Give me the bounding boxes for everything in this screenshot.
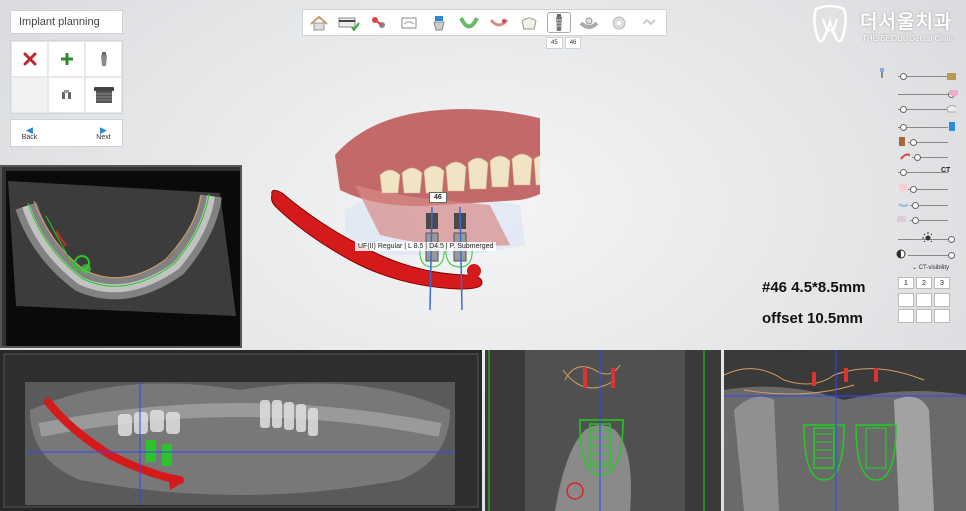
guide-icon — [579, 17, 599, 29]
back-button[interactable]: ◀ Back — [11, 120, 48, 146]
implant-step-icon — [556, 13, 562, 31]
add-implant-button[interactable] — [48, 41, 85, 77]
step-scan-button[interactable] — [427, 12, 451, 33]
tooth-tabs: 45 46 — [546, 37, 582, 49]
next-button[interactable]: ▶ Next — [85, 120, 122, 146]
step-guide-button[interactable] — [577, 12, 601, 33]
sleeve-icon — [93, 87, 114, 103]
abutment-layer-icon — [947, 73, 956, 80]
view-left-button[interactable] — [916, 293, 932, 307]
workflow-toolbar — [302, 9, 667, 36]
step-panorama-button[interactable] — [397, 12, 421, 33]
scan-layer-icon — [898, 203, 908, 207]
sleeve-layer-icon — [949, 122, 955, 131]
upper-teeth-icon — [949, 90, 958, 97]
tooth-layer-icon — [899, 184, 907, 192]
view-button-1[interactable]: 1 — [898, 277, 914, 289]
model-layer-icon — [897, 216, 906, 222]
implant-library-button[interactable] — [85, 41, 122, 77]
step-crown-button[interactable] — [517, 12, 541, 33]
slider-brightness[interactable] — [878, 232, 958, 245]
tooth-tab-45[interactable]: 45 — [546, 37, 563, 49]
scan-tooth-icon — [433, 15, 445, 30]
brightness-icon — [922, 232, 932, 242]
view-button-2[interactable]: 2 — [916, 277, 932, 289]
clinic-logo: 더서울치과 THE SEOUL Dental Clinic — [810, 5, 960, 47]
sleeve-button[interactable] — [85, 77, 122, 113]
slider-implant[interactable] — [878, 68, 958, 82]
ct-visibility-dropdown[interactable]: ⌄ CT-visibility — [912, 264, 949, 271]
panorama-icon — [401, 17, 417, 28]
view-button-3[interactable]: 3 — [934, 277, 950, 289]
delete-implant-button[interactable] — [11, 41, 48, 77]
view-back-button[interactable] — [934, 309, 950, 323]
slider-scan[interactable] — [878, 199, 958, 211]
step-data-button[interactable] — [337, 12, 361, 33]
implant-tooth-tag[interactable]: 46 — [429, 192, 447, 203]
ct-label: CT — [941, 167, 951, 174]
slider-maxilla[interactable] — [878, 88, 958, 100]
cross-section-view-1[interactable] — [485, 350, 721, 511]
step-finish-button[interactable] — [637, 12, 661, 33]
crown-layer-icon — [946, 105, 956, 113]
view-layout-panel: 1 2 3 — [898, 277, 952, 323]
slider-drill[interactable] — [878, 136, 958, 148]
slider-crown[interactable] — [878, 103, 958, 115]
plus-icon — [60, 53, 73, 65]
nerve-layer-icon — [900, 153, 910, 160]
implant-offset-text: offset 10.5mm — [762, 310, 863, 327]
ct-visibility-label: CT-visibility — [918, 265, 950, 271]
crown-icon — [521, 17, 537, 29]
tooth-logo-icon — [813, 5, 847, 43]
home-button[interactable] — [307, 12, 331, 33]
implant-description-label: UF(II) Regular | L 8.5 | D4.5 | P. Subme… — [355, 242, 497, 251]
abutment-button[interactable] — [48, 77, 85, 113]
delete-icon — [23, 52, 36, 66]
slider-teeth[interactable] — [878, 183, 958, 195]
gear-disabled-icon — [612, 16, 626, 29]
implant-icon — [100, 52, 107, 66]
finish-disabled-icon — [642, 18, 656, 25]
implant-size-text: #46 4.5*8.5mm — [762, 279, 866, 296]
axial-ct-view[interactable] — [0, 165, 242, 348]
contrast-icon — [896, 249, 906, 259]
step-export-button[interactable] — [607, 12, 631, 33]
empty-tool-slot — [11, 77, 48, 113]
step-align-button[interactable] — [487, 12, 511, 33]
panoramic-view[interactable] — [0, 350, 482, 511]
step-nerve-button[interactable] — [367, 12, 391, 33]
view-bottom-button[interactable] — [916, 309, 932, 323]
next-label: Next — [96, 133, 111, 141]
back-label: Back — [21, 133, 38, 141]
abutment-icon — [61, 90, 71, 99]
panel-title: Implant planning — [10, 10, 123, 34]
nav-bar: ◀ Back ▶ Next — [10, 119, 123, 147]
home-icon — [310, 15, 328, 30]
slider-model[interactable] — [878, 214, 958, 226]
arrow-left-icon: ◀ — [26, 124, 33, 135]
drill-layer-icon — [899, 137, 905, 146]
view-right-button[interactable] — [934, 293, 950, 307]
cross-section-view-2[interactable] — [724, 350, 966, 511]
card-check-icon — [338, 17, 360, 31]
arch-icon — [459, 16, 479, 28]
arrow-right-icon: ▶ — [100, 124, 107, 135]
nerve-icon — [372, 16, 385, 28]
slider-sleeve[interactable] — [878, 121, 958, 133]
viewport-3d[interactable] — [260, 95, 540, 315]
logo-english-text: THE SEOUL Dental Clinic — [862, 34, 955, 43]
pin-icon — [880, 68, 884, 78]
step-implant-button[interactable] — [547, 12, 571, 33]
tool-grid — [10, 40, 123, 114]
tooth-tab-46[interactable]: 46 — [564, 37, 582, 49]
slider-contrast[interactable] — [878, 249, 958, 261]
slider-nerve[interactable] — [878, 151, 958, 163]
view-top-button[interactable] — [898, 309, 914, 323]
logo-korean-text: 더서울치과 — [860, 12, 953, 33]
view-front-button[interactable] — [898, 293, 914, 307]
step-arch-button[interactable] — [457, 12, 481, 33]
align-icon — [489, 18, 509, 26]
